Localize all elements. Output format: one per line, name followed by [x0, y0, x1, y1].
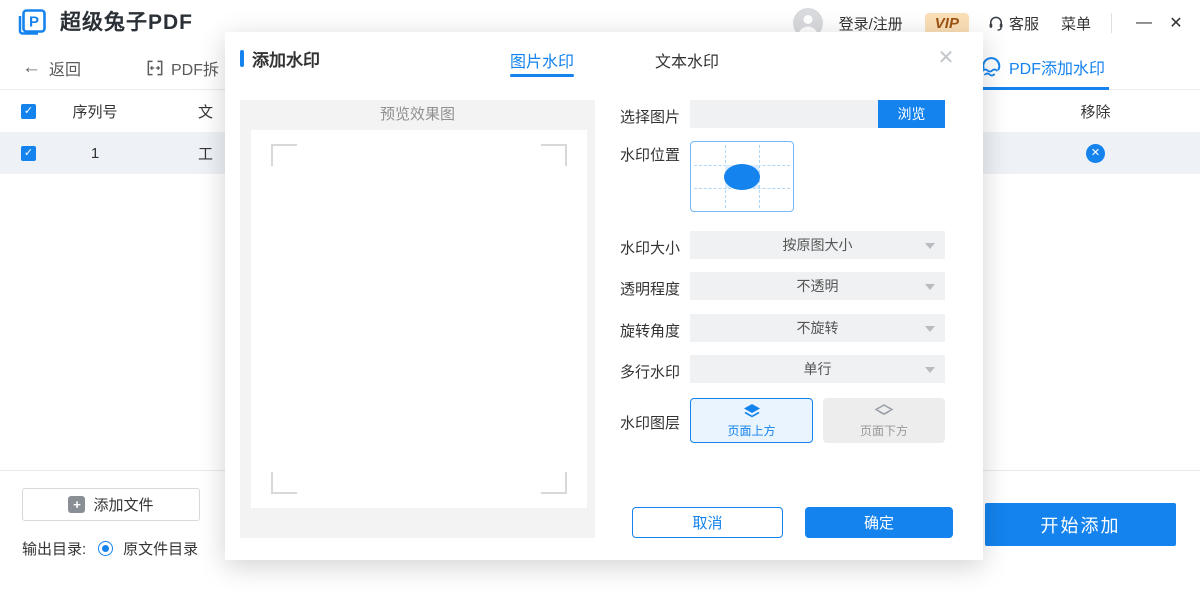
- add-watermark-modal: 添加水印 图片水印 文本水印 ✕ 预览效果图 选择图片 浏览 水印位置: [225, 32, 983, 560]
- multiline-dropdown[interactable]: 单行: [690, 355, 945, 383]
- layer-label: 水印图层: [620, 412, 680, 433]
- remove-file-button[interactable]: ✕: [1086, 144, 1105, 163]
- rotation-label: 旋转角度: [620, 320, 680, 341]
- vip-badge[interactable]: VIP: [925, 13, 969, 34]
- row-filename: 工: [198, 132, 228, 174]
- layers-filled-icon: [742, 403, 762, 420]
- chevron-down-icon: [925, 243, 935, 249]
- title-accent-bar: [240, 50, 244, 67]
- preview-panel: 预览效果图: [240, 100, 595, 538]
- login-register-link[interactable]: 登录/注册: [839, 13, 903, 34]
- rotation-value: 不旋转: [690, 314, 945, 342]
- chevron-down-icon: [925, 326, 935, 332]
- crop-corner-top-left: [271, 144, 297, 166]
- add-files-label: 添加文件: [93, 494, 153, 515]
- modal-title-block: 添加水印: [240, 46, 320, 71]
- app-title: 超级兔子PDF: [60, 0, 193, 46]
- chevron-down-icon: [925, 367, 935, 373]
- pdf-add-watermark-label: PDF添加水印: [1009, 55, 1105, 79]
- column-header-serial: 序列号: [50, 90, 140, 132]
- modal-title: 添加水印: [252, 46, 320, 71]
- output-directory-row: 输出目录: 原文件目录: [22, 538, 198, 559]
- start-add-button[interactable]: 开始添加: [985, 503, 1176, 546]
- crop-corner-bottom-right: [541, 472, 567, 494]
- close-window-button[interactable]: ✕: [1162, 9, 1190, 37]
- select-image-label: 选择图片: [620, 106, 680, 127]
- watermark-size-dropdown[interactable]: 按原图大小: [690, 231, 945, 259]
- output-directory-value: 原文件目录: [123, 538, 198, 559]
- output-directory-label: 输出目录:: [22, 538, 86, 559]
- column-header-remove: 移除: [1048, 90, 1143, 132]
- opacity-label: 透明程度: [620, 278, 680, 299]
- tab-image-watermark[interactable]: 图片水印: [510, 48, 574, 72]
- app-logo-icon: P: [16, 7, 48, 39]
- browse-button[interactable]: 浏览: [878, 100, 945, 128]
- svg-text:P: P: [29, 14, 39, 31]
- row-checkbox[interactable]: ✓: [21, 146, 36, 161]
- chevron-down-icon: [925, 284, 935, 290]
- preview-title: 预览效果图: [240, 100, 595, 130]
- layer-above-label: 页面上方: [727, 422, 775, 439]
- support-label: 客服: [1009, 13, 1039, 34]
- active-tab-underline: [510, 74, 574, 77]
- layer-below-button[interactable]: 页面下方: [823, 398, 945, 443]
- position-dot[interactable]: [724, 164, 760, 190]
- menu-button[interactable]: 菜单: [1061, 13, 1091, 34]
- pdf-split-icon: [145, 58, 165, 78]
- headset-icon: [987, 14, 1005, 32]
- layers-outline-icon: [874, 403, 894, 420]
- multiline-label: 多行水印: [620, 361, 680, 382]
- select-image-input[interactable]: [690, 100, 878, 128]
- confirm-button[interactable]: 确定: [805, 507, 953, 538]
- file-plus-icon: +: [68, 496, 85, 513]
- app-window: P 超级兔子PDF 登录/注册 VIP 客服: [0, 0, 1200, 600]
- crop-corner-top-right: [541, 144, 567, 166]
- layer-above-button[interactable]: 页面上方: [690, 398, 813, 443]
- titlebar-separator: [1111, 13, 1112, 33]
- minimize-button[interactable]: —: [1130, 9, 1158, 37]
- opacity-dropdown[interactable]: 不透明: [690, 272, 945, 300]
- watermark-position-label: 水印位置: [620, 144, 680, 165]
- watermark-size-value: 按原图大小: [690, 231, 945, 259]
- original-directory-radio[interactable]: [98, 541, 113, 556]
- tab-text-watermark[interactable]: 文本水印: [655, 48, 719, 72]
- add-files-button[interactable]: + 添加文件: [22, 488, 200, 521]
- tab-pdf-add-watermark[interactable]: PDF添加水印: [975, 46, 1109, 90]
- tab-pdf-split[interactable]: PDF拆: [145, 46, 219, 90]
- crop-corner-bottom-left: [271, 472, 297, 494]
- multiline-value: 单行: [690, 355, 945, 383]
- watermark-position-picker[interactable]: [690, 141, 794, 212]
- back-button[interactable]: ← 返回: [22, 46, 81, 90]
- support-button[interactable]: 客服: [987, 13, 1039, 34]
- modal-close-icon[interactable]: ✕: [933, 44, 959, 70]
- select-all-checkbox[interactable]: ✓: [21, 104, 36, 119]
- back-arrow-icon: ←: [22, 57, 41, 79]
- back-label: 返回: [49, 56, 81, 80]
- row-serial: 1: [50, 132, 140, 174]
- cancel-button[interactable]: 取消: [632, 507, 783, 538]
- rotation-dropdown[interactable]: 不旋转: [690, 314, 945, 342]
- watermark-size-label: 水印大小: [620, 237, 680, 258]
- layer-below-label: 页面下方: [860, 422, 908, 439]
- preview-canvas: [251, 130, 587, 508]
- opacity-value: 不透明: [690, 272, 945, 300]
- pdf-split-label: PDF拆: [171, 56, 219, 80]
- column-header-filename: 文: [198, 90, 228, 132]
